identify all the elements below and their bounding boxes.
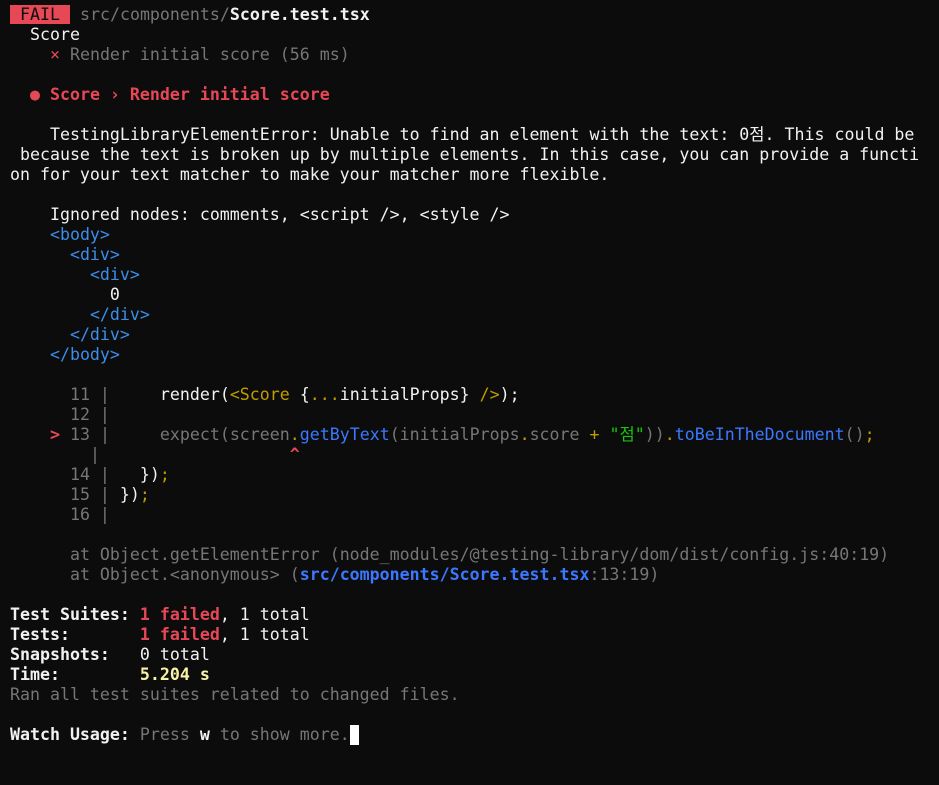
dom-inner-div-close: </div> <box>89 305 150 324</box>
caret-icon: ^ <box>289 445 300 464</box>
pointer-icon: > <box>49 425 60 444</box>
test-file-dir: src/components/ <box>80 5 230 24</box>
code-line-14: 14 | }); <box>69 465 170 484</box>
summary-time: Time: 5.204 s <box>10 665 210 684</box>
stack-trace-line-2: at Object.<anonymous> (src/components/Sc… <box>69 565 660 584</box>
code-line-12: 12 | <box>69 405 110 424</box>
test-result: × Render initial score (56 ms) <box>10 45 939 65</box>
stack-trace-line-1: at Object.getElementError (node_modules/… <box>69 545 890 564</box>
error-message-line-2: because the text is broken up by multipl… <box>10 145 920 164</box>
watch-usage[interactable]: Watch Usage: Press w to show more. <box>10 725 939 745</box>
stack-trace-file-link[interactable]: src/components/Score.test.tsx <box>300 565 590 584</box>
dom-body-open: <body> <box>49 225 110 244</box>
summary-test-suites: Test Suites: 1 failed, 1 total <box>10 605 310 624</box>
dom-text: 0 <box>109 285 120 304</box>
test-result-label: Render initial score (56 ms) <box>69 45 350 64</box>
dom-inner-div-open: <div> <box>89 265 140 284</box>
suite-name: Score <box>29 25 80 44</box>
cross-icon: × <box>49 45 60 64</box>
code-line-15: 15 | }); <box>69 485 150 504</box>
dom-body-close: </body> <box>49 345 120 364</box>
summary-ran-all: Ran all test suites related to changed f… <box>10 685 460 704</box>
code-line-16: 16 | <box>69 505 110 524</box>
ignored-nodes: Ignored nodes: comments, <script />, <st… <box>49 205 510 224</box>
bullet-icon: ● <box>29 85 40 104</box>
failure-title: ● Score › Render initial score <box>29 85 330 104</box>
watch-key: w <box>199 725 210 744</box>
dom-div-open: <div> <box>69 245 120 264</box>
test-file-header: FAIL src/components/Score.test.tsx <box>10 5 939 25</box>
test-file-name: Score.test.tsx <box>229 5 370 24</box>
error-message-line-3: on for your text matcher to make your ma… <box>10 165 610 184</box>
summary-snapshots: Snapshots: 0 total <box>10 645 210 664</box>
fail-badge: FAIL <box>10 5 70 24</box>
terminal-output[interactable]: FAIL src/components/Score.test.tsx Score… <box>10 5 939 745</box>
code-line-13: > 13 | expect(screen.getByText(initialPr… <box>49 425 875 444</box>
code-line-11: 11 | render(<Score {...initialProps} />)… <box>69 385 520 404</box>
caret-line: | ^ <box>89 445 300 464</box>
dom-div-close: </div> <box>69 325 130 344</box>
text-cursor <box>349 725 359 745</box>
summary-tests: Tests: 1 failed, 1 total <box>10 625 310 644</box>
error-message-line-1: TestingLibraryElementError: Unable to fi… <box>49 125 915 144</box>
